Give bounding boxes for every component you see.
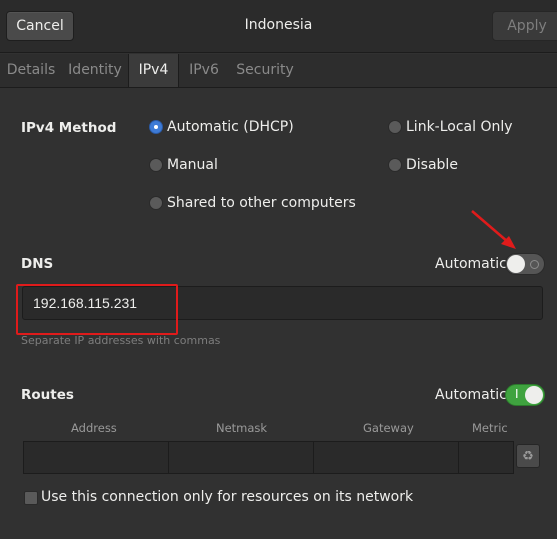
radio-automatic-dhcp[interactable]: Automatic (DHCP) — [149, 119, 294, 135]
tab-identity[interactable]: Identity — [62, 54, 128, 87]
radio-label: Shared to other computers — [167, 195, 356, 211]
radio-label: Manual — [167, 157, 218, 173]
switch-off-icon — [530, 260, 539, 269]
radio-disable[interactable]: Disable — [388, 157, 458, 173]
highlight-box — [16, 284, 178, 335]
radio-indicator — [388, 120, 402, 134]
tab-ipv6[interactable]: IPv6 — [179, 54, 229, 87]
red-arrow-annotation-icon — [471, 210, 516, 249]
radio-label: Disable — [406, 157, 458, 173]
routes-automatic-label: Automatic — [435, 387, 507, 403]
radio-shared-to-other-computers[interactable]: Shared to other computers — [149, 195, 356, 211]
dns-label: DNS — [21, 256, 54, 272]
radio-label: Link-Local Only — [406, 119, 513, 135]
switch-knob — [525, 386, 543, 404]
tab-ipv4[interactable]: IPv4 — [128, 54, 179, 87]
delete-route-button[interactable]: ♻ — [516, 444, 540, 468]
radio-link-local-only[interactable]: Link-Local Only — [388, 119, 513, 135]
dns-hint: Separate IP addresses with commas — [21, 334, 221, 347]
routes-label: Routes — [21, 387, 74, 403]
column-header-address: Address — [71, 421, 117, 435]
tab-bar: Details Identity IPv4 IPv6 Security — [0, 54, 557, 88]
radio-checked-indicator — [149, 120, 163, 134]
window-title: Indonesia — [244, 17, 313, 33]
route-gateway-input[interactable] — [313, 441, 459, 474]
apply-button[interactable]: Apply — [492, 11, 557, 41]
column-header-gateway: Gateway — [363, 421, 414, 435]
switch-knob — [507, 255, 525, 273]
routes-automatic-switch[interactable]: I — [505, 384, 545, 406]
restrict-to-network-checkbox[interactable] — [24, 491, 38, 505]
radio-manual[interactable]: Manual — [149, 157, 218, 173]
restrict-to-network-label: Use this connection only for resources o… — [41, 489, 414, 505]
radio-indicator — [149, 158, 163, 172]
radio-indicator — [149, 196, 163, 210]
dns-automatic-label: Automatic — [435, 256, 507, 272]
radio-indicator — [388, 158, 402, 172]
tab-security[interactable]: Security — [229, 54, 301, 87]
column-header-netmask: Netmask — [216, 421, 268, 435]
column-header-metric: Metric — [472, 421, 508, 435]
ipv4-method-label: IPv4 Method — [21, 120, 117, 136]
dns-automatic-switch[interactable] — [505, 253, 545, 275]
route-netmask-input[interactable] — [168, 441, 314, 474]
header-bar: Cancel Indonesia Apply — [0, 0, 557, 53]
route-metric-input[interactable] — [458, 441, 514, 474]
tab-details[interactable]: Details — [0, 54, 62, 87]
route-address-input[interactable] — [23, 441, 169, 474]
switch-on-icon: I — [515, 387, 519, 401]
radio-label: Automatic (DHCP) — [167, 119, 294, 135]
trash-icon: ♻ — [522, 448, 534, 464]
